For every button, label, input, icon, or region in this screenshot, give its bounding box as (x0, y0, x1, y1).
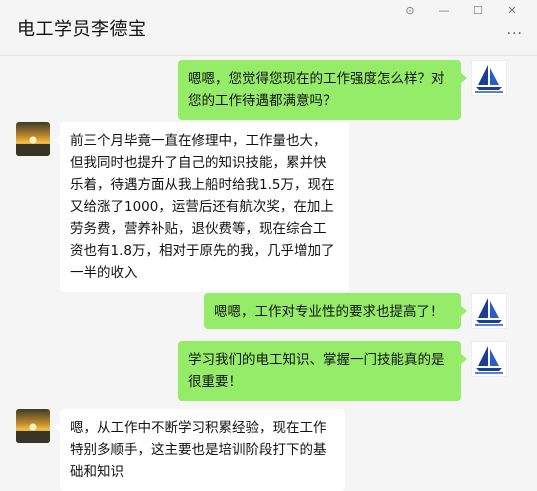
message-bubble-outgoing[interactable]: 嗯嗯，您觉得您现在的工作强度怎么样？对您的工作待遇都满意吗？ (178, 60, 467, 120)
avatar[interactable] (16, 409, 50, 443)
pin-icon[interactable]: ⊙ (393, 2, 427, 18)
sailboat-logo-icon (475, 346, 503, 374)
avatar[interactable] (16, 122, 50, 156)
message-text: 嗯嗯，工作对专业性的要求也提高了！ (214, 304, 444, 320)
message-bubble-incoming[interactable]: 嗯，从工作中不断学习积累经验，现在工作特别多顺手，这主要也是培训阶段打下的基础和… (54, 409, 345, 491)
window-controls: ⊙ — ☐ ✕ (393, 2, 529, 18)
sailboat-logo-icon (475, 298, 503, 326)
message-text: 嗯，从工作中不断学习积累经验，现在工作特别多顺手，这主要也是培训阶段打下的基础和… (70, 420, 327, 480)
message-bubble-outgoing[interactable]: 嗯嗯，工作对专业性的要求也提高了！ (204, 293, 467, 329)
avatar[interactable] (471, 293, 507, 329)
chat-title: 电工学员李德宝 (17, 19, 147, 40)
message-bubble-outgoing[interactable]: 学习我们的电工知识、掌握一门技能真的是很重要！ (178, 341, 467, 401)
message-text: 嗯嗯，您觉得您现在的工作强度怎么样？对您的工作待遇都满意吗？ (188, 71, 445, 109)
sailboat-logo-icon (475, 65, 503, 93)
chat-header: 电工学员李德宝 ⊙ — ☐ ✕ ··· (0, 0, 537, 56)
minimize-icon[interactable]: — (427, 2, 461, 18)
message-text: 学习我们的电工知识、掌握一门技能真的是很重要！ (188, 352, 445, 390)
avatar[interactable] (471, 341, 507, 377)
message-bubble-incoming[interactable]: 前三个月毕竟一直在修理中，工作量也大，但我同时也提升了自己的知识技能，累并快乐着… (54, 122, 349, 292)
maximize-icon[interactable]: ☐ (461, 2, 495, 18)
more-options-icon[interactable]: ··· (507, 26, 523, 42)
sunset-avatar-icon (16, 409, 50, 443)
close-icon[interactable]: ✕ (495, 2, 529, 18)
sunset-avatar-icon (16, 122, 50, 156)
avatar[interactable] (471, 60, 507, 96)
message-text: 前三个月毕竟一直在修理中，工作量也大，但我同时也提升了自己的知识技能，累并快乐着… (70, 133, 335, 281)
